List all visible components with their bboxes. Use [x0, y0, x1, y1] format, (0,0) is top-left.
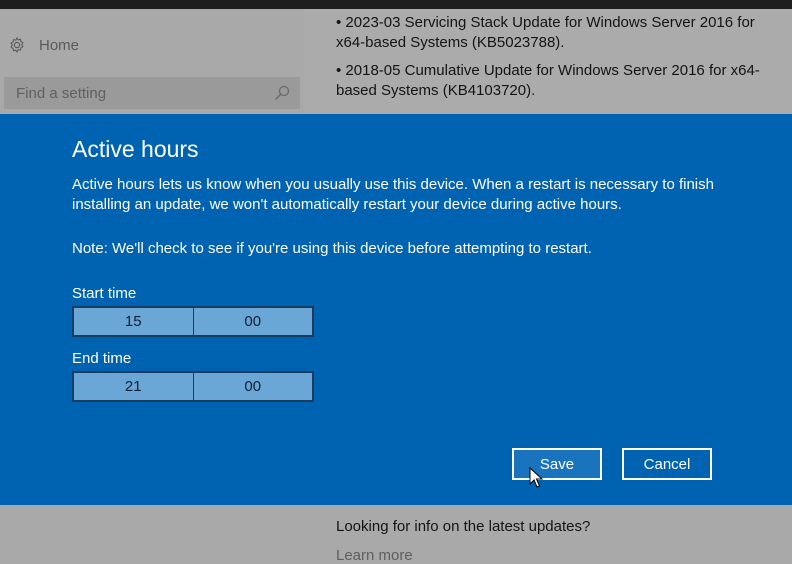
- learn-more-link[interactable]: Learn more: [336, 547, 413, 564]
- gear-icon: [10, 37, 24, 53]
- search-placeholder: Find a setting: [16, 84, 107, 102]
- mouse-cursor-icon: [529, 467, 543, 488]
- search-input[interactable]: Find a setting: [4, 77, 300, 109]
- home-label: Home: [39, 36, 80, 54]
- home-nav-item[interactable]: Home: [8, 36, 79, 54]
- update-list: • 2023-03 Servicing Stack Update for Win…: [304, 9, 792, 114]
- end-time-picker[interactable]: 21 00: [72, 371, 314, 402]
- dialog-note: Note: We'll check to see if you're using…: [72, 240, 592, 257]
- end-minute[interactable]: 00: [192, 373, 313, 400]
- footer-area: Looking for info on the latest updates? …: [0, 505, 792, 564]
- start-hour[interactable]: 15: [74, 308, 193, 335]
- end-hour[interactable]: 21: [74, 373, 193, 400]
- end-time-label: End time: [72, 350, 132, 367]
- active-hours-dialog: Active hours Active hours lets us know w…: [0, 114, 792, 505]
- save-button[interactable]: Save: [512, 448, 602, 480]
- info-text: Looking for info on the latest updates?: [336, 518, 591, 535]
- update-item: • 2023-03 Servicing Stack Update for Win…: [336, 14, 755, 51]
- search-icon: [275, 85, 290, 100]
- cancel-button[interactable]: Cancel: [622, 448, 712, 480]
- top-strip: [0, 0, 792, 9]
- start-minute[interactable]: 00: [192, 308, 313, 335]
- settings-sidebar: Home Find a setting: [0, 9, 304, 114]
- start-time-label: Start time: [72, 285, 137, 302]
- update-item: • 2018-05 Cumulative Update for Windows …: [336, 62, 760, 99]
- dialog-title: Active hours: [72, 136, 199, 162]
- dialog-description: Active hours lets us know when you usual…: [72, 176, 714, 213]
- start-time-picker[interactable]: 15 00: [72, 306, 314, 337]
